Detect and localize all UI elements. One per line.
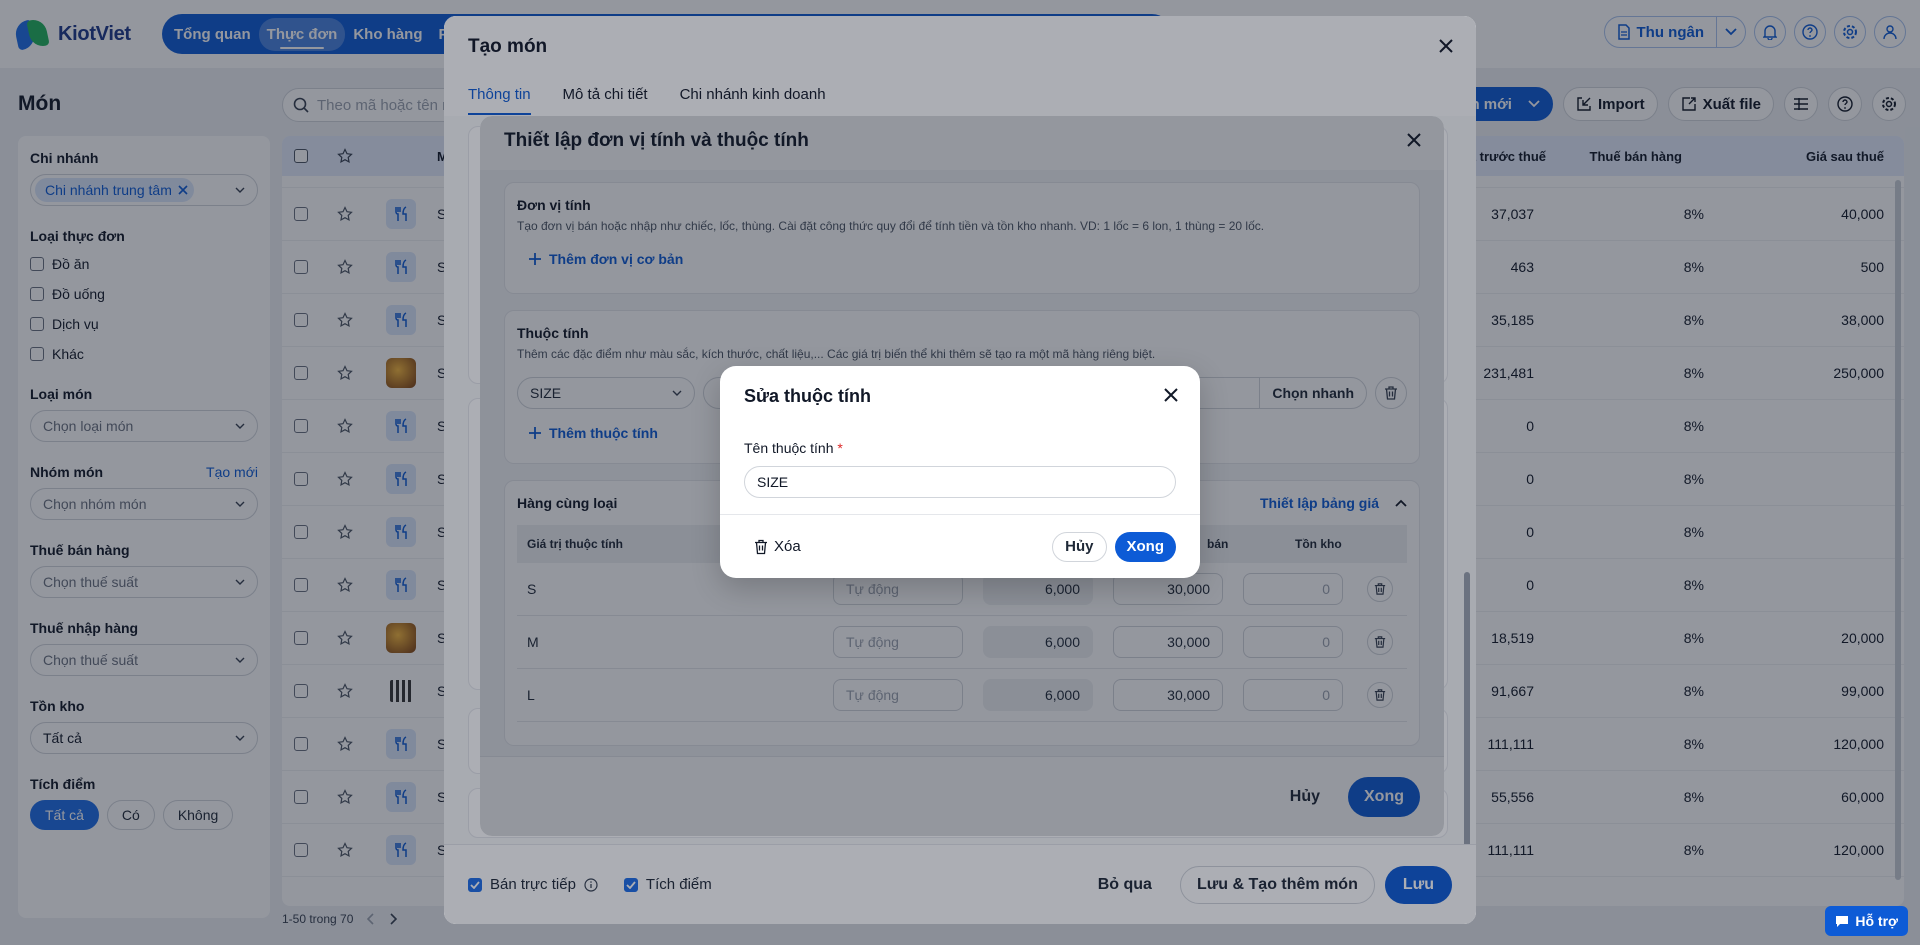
trash-icon <box>755 539 767 554</box>
attribute-name-label-text: Tên thuộc tính <box>744 440 834 456</box>
required-mark: * <box>837 440 843 456</box>
support-label: Hỗ trợ <box>1855 913 1898 929</box>
delete-attribute-value-button[interactable]: Xóa <box>754 538 801 555</box>
chat-icon <box>1836 916 1849 927</box>
edit-attribute-title: Sửa thuộc tính <box>744 386 872 406</box>
edit-cancel-button[interactable]: Hủy <box>1052 531 1107 562</box>
close-icon[interactable] <box>1164 388 1178 402</box>
attribute-name-input[interactable] <box>744 466 1176 498</box>
attribute-name-label: Tên thuộc tính * <box>744 440 843 456</box>
edit-attribute-modal: Sửa thuộc tính Tên thuộc tính * Xóa Hủy … <box>720 366 1200 578</box>
delete-label: Xóa <box>774 538 801 555</box>
edit-attribute-footer: Xóa Hủy Xong <box>720 514 1200 578</box>
edit-done-button[interactable]: Xong <box>1114 531 1176 562</box>
support-button[interactable]: Hỗ trợ <box>1825 906 1908 936</box>
